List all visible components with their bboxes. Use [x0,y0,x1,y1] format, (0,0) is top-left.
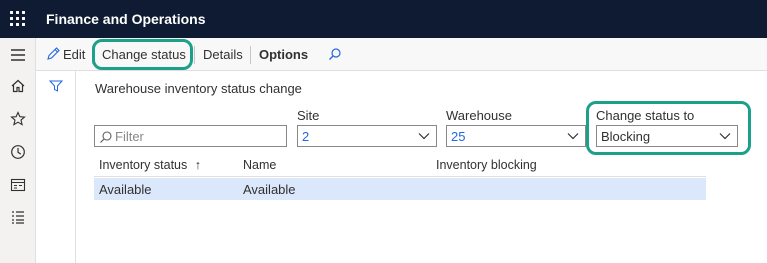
edit-button[interactable]: Edit [63,47,85,62]
table-row[interactable]: Available Available [94,178,706,200]
details-button[interactable]: Details [203,47,243,62]
site-label: Site [297,108,320,123]
home-icon[interactable] [10,78,26,94]
warehouse-dropdown[interactable]: 25 [446,125,586,147]
chevron-down-icon [418,133,430,140]
search-icon[interactable] [328,47,342,61]
filter-funnel-icon[interactable] [49,80,63,92]
left-nav [0,38,36,263]
site-value: 2 [302,129,310,144]
workspaces-icon[interactable] [10,177,26,193]
grid-header: Inventory status ↑ Name Inventory blocki… [94,155,706,177]
column-header-inventory-blocking[interactable]: Inventory blocking [436,158,537,172]
site-dropdown[interactable]: 2 [297,125,437,147]
divider [250,46,251,64]
cell-name: Available [243,182,296,197]
column-header-inventory-status[interactable]: Inventory status ↑ [99,158,201,172]
column-header-label: Inventory status [99,158,188,172]
divider [194,46,195,64]
app-launcher-icon[interactable] [10,11,26,27]
change-status-highlight [92,39,193,70]
column-header-name[interactable]: Name [243,158,276,172]
modules-list-icon[interactable] [10,209,26,225]
options-tab[interactable]: Options [259,47,308,62]
warehouse-label: Warehouse [446,108,512,123]
hamburger-menu-icon[interactable] [10,47,26,63]
warehouse-value: 25 [451,129,466,144]
change-status-to-highlight [586,101,751,155]
filter-placeholder: Filter [115,129,144,144]
divider [75,71,76,263]
top-bar: Finance and Operations [0,0,767,38]
recent-clock-icon[interactable] [10,144,26,160]
edit-pencil-icon [47,47,60,60]
filter-input[interactable]: Filter [94,125,287,147]
cell-inventory-status: Available [99,182,152,197]
favorites-star-icon[interactable] [10,111,26,127]
sort-ascending-icon: ↑ [194,158,201,172]
page-title: Warehouse inventory status change [95,81,302,96]
chevron-down-icon [567,133,579,140]
app-title: Finance and Operations [46,11,206,27]
search-icon [100,131,112,143]
